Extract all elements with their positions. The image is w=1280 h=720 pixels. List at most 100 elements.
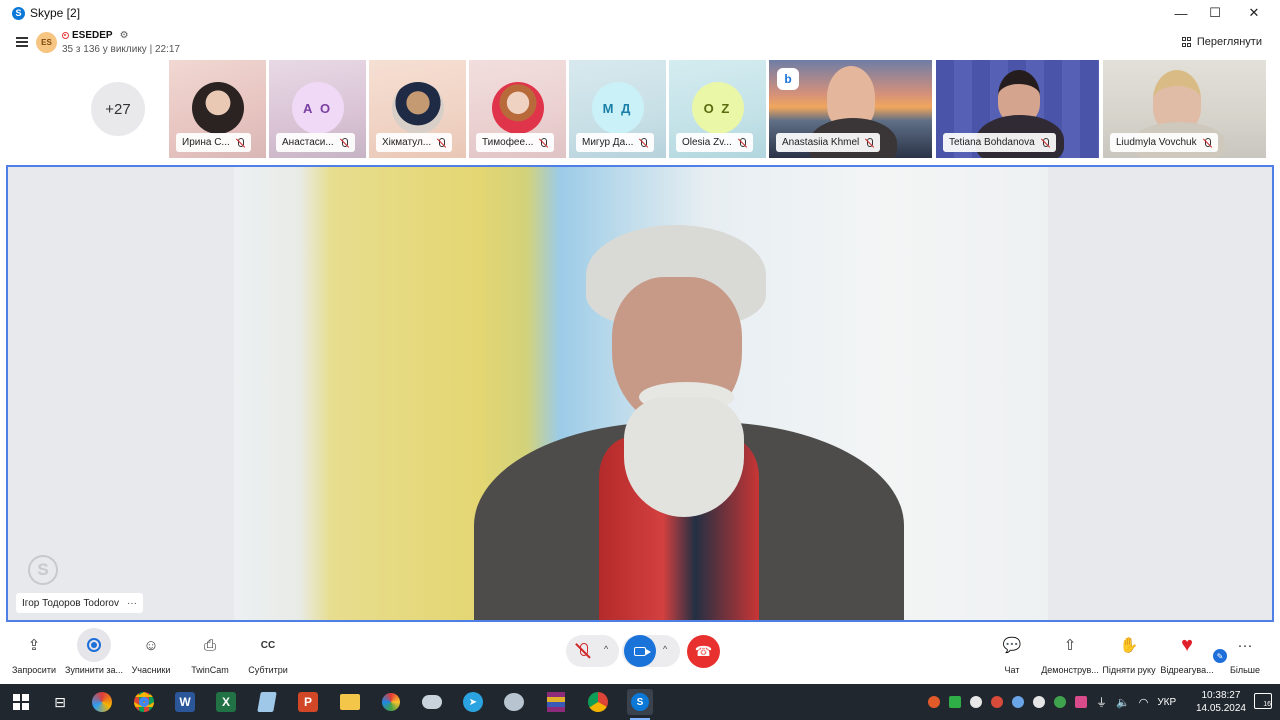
- participant-tile[interactable]: Ирина С...: [169, 60, 266, 158]
- main-video-stage[interactable]: S Ігор Тодоров Todorov ···: [6, 165, 1274, 622]
- tray-app-icon[interactable]: [1012, 696, 1024, 708]
- participant-name: Liudmyla Vovchuk: [1116, 137, 1197, 148]
- participant-name: Мигур Да...: [582, 137, 634, 148]
- mic-off-icon: [1041, 137, 1050, 148]
- view-button-label: Переглянути: [1196, 36, 1262, 48]
- mic-off-icon: [437, 137, 446, 148]
- group-name: ESEDEP: [72, 30, 113, 41]
- tray-app-icon[interactable]: [949, 696, 961, 708]
- participant-tile[interactable]: Хікматул...: [369, 60, 466, 158]
- skype-watermark-icon: S: [28, 555, 58, 585]
- excel-icon[interactable]: X: [213, 689, 239, 715]
- chevron-up-icon[interactable]: ^: [604, 644, 608, 654]
- cloud-app-icon[interactable]: [419, 689, 445, 715]
- participant-video-tile[interactable]: Tetiana Bohdanova: [936, 60, 1099, 158]
- maximize-button[interactable]: ☐: [1195, 0, 1235, 26]
- participant-name: Анастаси...: [282, 137, 334, 148]
- system-tray: ⏚ 🔈 ◠ УКР: [928, 684, 1176, 720]
- camera-plus-icon: ⎙: [203, 636, 216, 654]
- chrome-icon[interactable]: [131, 689, 157, 715]
- palette-icon[interactable]: [501, 689, 527, 715]
- mic-off-icon: [1203, 137, 1212, 148]
- bing-icon: b: [777, 68, 799, 90]
- hamburger-icon[interactable]: [16, 37, 28, 47]
- tray-app-icon[interactable]: [928, 696, 940, 708]
- video-camera-icon[interactable]: [624, 635, 656, 667]
- window-title: Skype [2]: [30, 6, 81, 20]
- participant-nametag: Liudmyla Vovchuk: [1110, 133, 1218, 152]
- participant-nametag: Анастаси...: [276, 133, 355, 152]
- telegram-icon[interactable]: ➤: [460, 689, 486, 715]
- mic-off-icon: [539, 137, 548, 148]
- group-avatar[interactable]: ES: [36, 32, 57, 53]
- mic-off-icon: [865, 137, 874, 148]
- speaker-nametag[interactable]: Ігор Тодоров Todorov ···: [16, 593, 143, 613]
- tray-app-icon[interactable]: [991, 696, 1003, 708]
- microphone-toggle[interactable]: ^: [566, 635, 619, 667]
- clock-time: 10:38:27: [1201, 690, 1241, 701]
- participant-name: Anastasiia Khmel: [782, 137, 860, 148]
- participant-nametag: Мигур Да...: [576, 133, 655, 152]
- participant-tile[interactable]: O Z Olesia Zv...: [669, 60, 766, 158]
- clock[interactable]: 10:38:27 14.05.2024: [1196, 689, 1246, 715]
- participant-nametag: Тимофее...: [476, 133, 555, 152]
- participant-name: Тимофее...: [482, 137, 534, 148]
- close-button[interactable]: ✕: [1234, 0, 1274, 26]
- heart-icon: ♥ ✎: [1170, 628, 1228, 664]
- powerpoint-icon[interactable]: P: [295, 689, 321, 715]
- task-view-icon[interactable]: ⊟: [47, 689, 73, 715]
- initials-avatar: А О: [291, 82, 344, 134]
- participant-video-tile[interactable]: Liudmyla Vovchuk: [1103, 60, 1266, 158]
- paint-icon[interactable]: [378, 689, 404, 715]
- windows-taskbar: ⊟ W X P ➤ S ⏚ 🔈 ◠ УКР 10:38:27 14.05.202…: [0, 684, 1280, 720]
- chat-icon: 💬: [1002, 637, 1022, 654]
- more-button[interactable]: ··· Більше: [1209, 628, 1280, 676]
- language-indicator[interactable]: УКР: [1157, 697, 1176, 708]
- winrar-icon[interactable]: [543, 689, 569, 715]
- participant-tile[interactable]: Тимофее...: [469, 60, 566, 158]
- notepad-icon[interactable]: [254, 689, 280, 715]
- participant-tile[interactable]: А О Анастаси...: [269, 60, 366, 158]
- skype-active-icon[interactable]: S: [627, 689, 653, 720]
- participant-tile[interactable]: М Д Мигур Да...: [569, 60, 666, 158]
- end-call-button[interactable]: ☎: [687, 635, 720, 668]
- more-participants-button[interactable]: +27: [91, 82, 145, 136]
- view-button[interactable]: Переглянути: [1181, 36, 1262, 48]
- chevron-up-icon[interactable]: ^: [663, 644, 667, 654]
- file-explorer-icon[interactable]: [337, 689, 363, 715]
- participant-name: Хікматул...: [382, 137, 432, 148]
- speaker-name: Ігор Тодоров Todorov: [22, 597, 119, 609]
- participant-avatar: [391, 82, 444, 134]
- subtitles-label: Субтитри: [248, 665, 288, 675]
- volume-icon[interactable]: 🔈: [1116, 696, 1130, 709]
- chrome-profile-icon[interactable]: [585, 689, 611, 715]
- tray-app-icon[interactable]: [970, 696, 982, 708]
- notification-count: 16: [1263, 701, 1271, 708]
- start-button[interactable]: [8, 689, 34, 715]
- participant-video-tile[interactable]: b Anastasiia Khmel: [769, 60, 932, 158]
- initials-avatar: М Д: [591, 82, 644, 134]
- tray-app-icon[interactable]: [1033, 696, 1045, 708]
- usb-icon[interactable]: ⏚: [1096, 694, 1107, 710]
- mic-off-icon: [639, 137, 648, 148]
- participant-nametag: Tetiana Bohdanova: [943, 133, 1056, 152]
- mic-off-icon: [340, 137, 349, 148]
- participant-name: Olesia Zv...: [682, 137, 732, 148]
- more-options-icon[interactable]: ···: [127, 598, 137, 609]
- notification-center-icon[interactable]: 16: [1254, 693, 1272, 709]
- word-icon[interactable]: W: [172, 689, 198, 715]
- skype-logo-icon: S: [12, 6, 25, 20]
- group-title[interactable]: ESEDEP ⚙: [62, 30, 129, 41]
- gear-icon[interactable]: ⚙: [120, 30, 129, 41]
- mic-muted-icon: [575, 643, 591, 659]
- hang-up-icon: ☎: [694, 643, 713, 659]
- wifi-icon[interactable]: ◠: [1139, 696, 1149, 709]
- subtitles-button[interactable]: CC Субтитри: [232, 628, 304, 676]
- hand-icon: ✋: [1119, 637, 1139, 654]
- tray-app-icon[interactable]: [1075, 696, 1087, 708]
- tray-app-icon[interactable]: [1054, 696, 1066, 708]
- skype-taskbar-icon[interactable]: [89, 689, 115, 715]
- people-icon: ☺: [143, 636, 159, 654]
- camera-toggle[interactable]: ^: [622, 635, 680, 667]
- recording-indicator-icon: [62, 32, 69, 39]
